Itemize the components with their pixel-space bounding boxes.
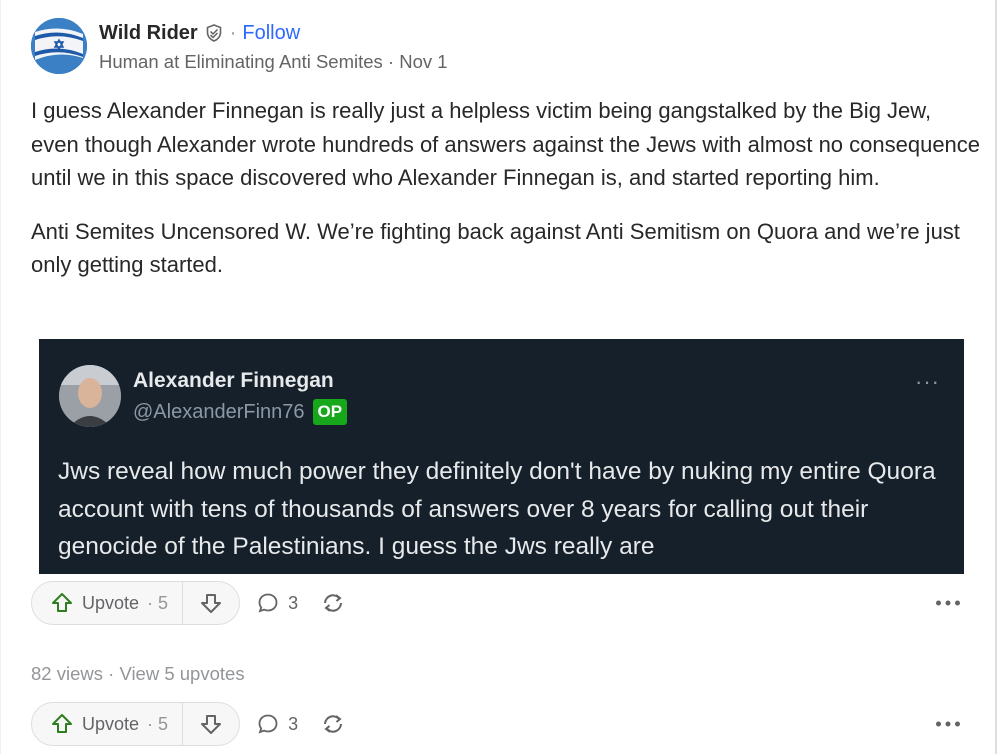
embed-more-icon: ··· <box>915 369 940 394</box>
comment-button[interactable]: 3 <box>256 591 298 615</box>
embed-avatar <box>59 365 121 427</box>
upvote-count: · 5 <box>147 713 169 734</box>
verified-shield-icon <box>204 23 224 43</box>
upvote-label: Upvote <box>82 592 140 613</box>
more-options-button[interactable] <box>935 720 961 728</box>
upvote-arrow-icon <box>50 712 74 736</box>
share-refresh-icon <box>324 715 343 733</box>
embed-handle-line: @AlexanderFinn76 OP <box>133 399 348 425</box>
post-body: I guess Alexander Finnegan is really jus… <box>31 94 981 302</box>
embed-handle: @AlexanderFinn76 <box>133 400 305 423</box>
comment-count: 3 <box>288 592 299 613</box>
downvote-arrow-icon <box>201 715 222 734</box>
action-bar-bottom: Upvote · 5 3 <box>31 701 971 747</box>
upvote-arrow-icon <box>50 591 74 615</box>
comment-count: 3 <box>288 713 299 734</box>
post-paragraph: Anti Semites Uncensored W. We’re fightin… <box>31 218 960 278</box>
downvote-arrow-icon <box>201 594 222 613</box>
author-credential[interactable]: Human at Eliminating Anti Semites <box>99 51 383 72</box>
post-paragraph: I guess Alexander Finnegan is really jus… <box>31 98 981 190</box>
upvote-button[interactable]: Upvote · 5 <box>32 582 184 624</box>
post-card: Wild Rider · Follow Human at Eliminating… <box>0 0 997 754</box>
action-bar-top: Upvote · 5 3 <box>31 580 971 626</box>
author-avatar[interactable] <box>31 18 87 74</box>
more-dots-icon <box>936 721 960 727</box>
share-button[interactable] <box>320 590 346 616</box>
embedded-screenshot[interactable]: Alexander Finnegan @AlexanderFinn76 OP ·… <box>39 339 964 574</box>
view-upvotes-link[interactable]: View 5 upvotes <box>119 663 244 684</box>
author-line: Wild Rider · Follow <box>99 20 300 46</box>
comment-bubble-icon <box>258 593 278 613</box>
upvote-count: · 5 <box>147 592 169 613</box>
stats-separator: · <box>102 663 120 684</box>
upvote-label: Upvote <box>82 713 140 734</box>
follow-button[interactable]: Follow <box>242 22 300 45</box>
more-options-button[interactable] <box>935 599 961 607</box>
post-date[interactable]: Nov 1 <box>399 51 447 72</box>
view-count: 82 views <box>31 663 103 684</box>
downvote-button[interactable] <box>183 582 239 624</box>
vote-pill: Upvote · 5 <box>31 702 241 746</box>
comment-bubble-icon <box>258 714 278 734</box>
date-separator: · <box>382 51 400 72</box>
comment-button[interactable]: 3 <box>256 712 298 736</box>
follow-separator: · <box>229 21 237 44</box>
share-refresh-icon <box>324 594 343 612</box>
embed-author-name: Alexander Finnegan <box>133 369 334 392</box>
vote-pill: Upvote · 5 <box>31 581 241 625</box>
more-dots-icon <box>936 600 960 606</box>
downvote-button[interactable] <box>183 703 239 745</box>
author-credential-line: Human at Eliminating Anti Semites · Nov … <box>99 51 448 73</box>
flag-avatar-icon <box>31 18 87 74</box>
upvote-button[interactable]: Upvote · 5 <box>32 703 184 745</box>
author-name[interactable]: Wild Rider <box>99 22 198 45</box>
share-button[interactable] <box>320 711 346 737</box>
embed-text: Jws reveal how much power they definitel… <box>58 458 936 560</box>
stats-line: 82 views · View 5 upvotes <box>31 663 245 685</box>
op-badge: OP <box>312 399 348 425</box>
